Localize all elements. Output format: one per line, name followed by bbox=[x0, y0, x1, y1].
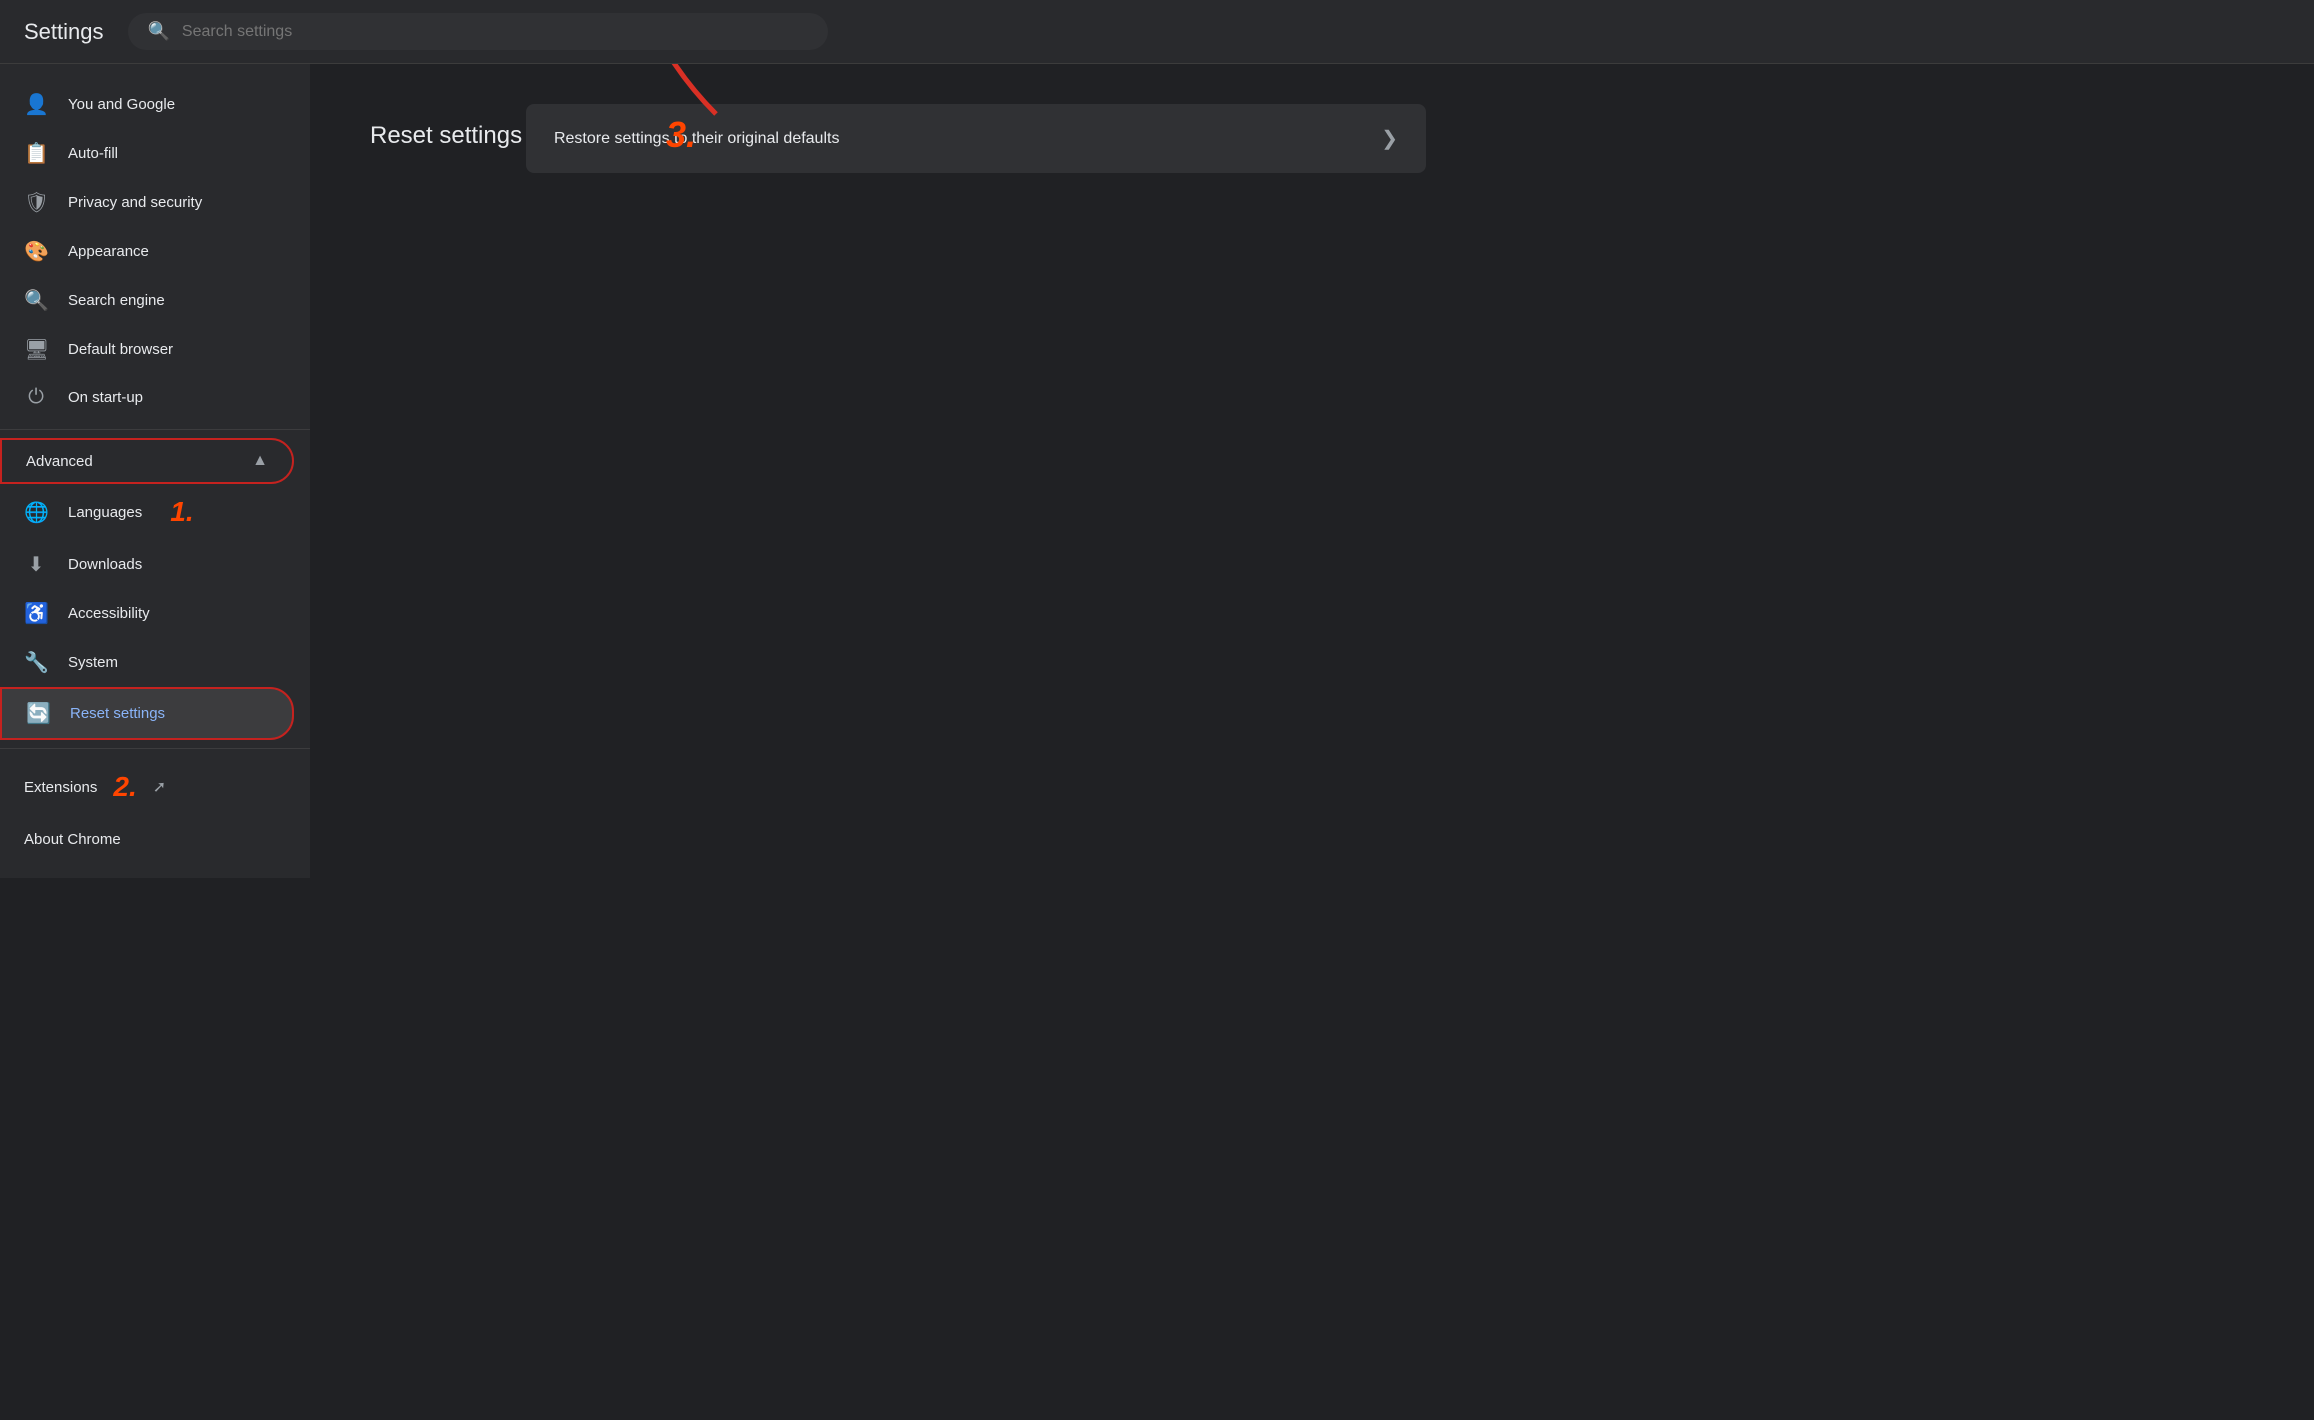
advanced-header[interactable]: Advanced ▲ bbox=[0, 438, 294, 484]
sidebar: 👤 You and Google 📋 Auto-fill 🛡 Privacy a… bbox=[0, 64, 310, 878]
page-title: Reset settings bbox=[370, 122, 522, 150]
sidebar-item-default-browser[interactable]: 🖥 Default browser bbox=[0, 325, 294, 374]
sidebar-item-label: On start-up bbox=[68, 389, 143, 406]
advanced-label: Advanced bbox=[26, 453, 93, 470]
divider bbox=[0, 429, 310, 430]
sidebar-item-label: You and Google bbox=[68, 96, 175, 113]
palette-icon: 🎨 bbox=[24, 239, 48, 264]
sidebar-item-label: Downloads bbox=[68, 556, 142, 573]
sidebar-item-label: Languages bbox=[68, 504, 142, 521]
search-icon: 🔍 bbox=[148, 21, 170, 42]
restore-settings-label: Restore settings to their original defau… bbox=[554, 130, 839, 148]
sidebar-item-label: Default browser bbox=[68, 341, 173, 358]
sidebar-item-label: Search engine bbox=[68, 292, 165, 309]
sidebar-item-system[interactable]: 🔧 System bbox=[0, 638, 294, 687]
sidebar-item-autofill[interactable]: 📋 Auto-fill bbox=[0, 129, 294, 178]
search-bar[interactable]: 🔍 bbox=[128, 13, 828, 50]
sidebar-item-extensions[interactable]: Extensions 2. ➚ bbox=[0, 757, 310, 817]
accessibility-icon: ♿ bbox=[24, 601, 48, 626]
search-input[interactable] bbox=[182, 23, 808, 41]
sidebar-item-about-chrome[interactable]: About Chrome bbox=[0, 817, 310, 862]
person-icon: 👤 bbox=[24, 92, 48, 117]
topbar: Settings 🔍 bbox=[0, 0, 2314, 64]
globe-icon: 🌐 bbox=[24, 500, 48, 525]
shield-icon: 🛡 bbox=[24, 190, 48, 215]
annotation-2: 2. bbox=[113, 771, 136, 803]
autofill-icon: 📋 bbox=[24, 141, 48, 166]
chevron-up-icon: ▲ bbox=[252, 452, 268, 470]
browser-icon: 🖥 bbox=[24, 337, 48, 362]
sidebar-item-downloads[interactable]: ⬇ Downloads bbox=[0, 540, 294, 589]
app-title: Settings bbox=[24, 19, 104, 45]
divider2 bbox=[0, 748, 310, 749]
sidebar-item-languages[interactable]: 🌐 Languages 1. bbox=[0, 484, 294, 540]
extensions-label: Extensions bbox=[24, 779, 97, 796]
about-chrome-label: About Chrome bbox=[24, 831, 121, 848]
wrench-icon: 🔧 bbox=[24, 650, 48, 675]
sidebar-item-on-startup[interactable]: ⏻ On start-up bbox=[0, 374, 294, 421]
external-link-icon: ➚ bbox=[153, 777, 166, 797]
download-icon: ⬇ bbox=[24, 552, 48, 577]
sidebar-item-you-google[interactable]: 👤 You and Google bbox=[0, 80, 294, 129]
sidebar-item-reset-settings[interactable]: 🔄 Reset settings bbox=[0, 687, 294, 740]
reset-icon: 🔄 bbox=[26, 701, 50, 726]
chevron-right-icon: ❯ bbox=[1381, 126, 1398, 151]
restore-settings-card[interactable]: Restore settings to their original defau… bbox=[526, 104, 1426, 173]
sidebar-item-accessibility[interactable]: ♿ Accessibility bbox=[0, 589, 294, 638]
sidebar-item-label: System bbox=[68, 654, 118, 671]
sidebar-item-label: Auto-fill bbox=[68, 145, 118, 162]
sidebar-item-label: Accessibility bbox=[68, 605, 150, 622]
power-icon: ⏻ bbox=[24, 386, 48, 409]
sidebar-item-label: Appearance bbox=[68, 243, 149, 260]
sidebar-item-privacy[interactable]: 🛡 Privacy and security bbox=[0, 178, 294, 227]
sidebar-item-search-engine[interactable]: 🔍 Search engine bbox=[0, 276, 294, 325]
sidebar-item-label: Reset settings bbox=[70, 705, 165, 722]
main-content: Reset settings Restore settings to their… bbox=[310, 64, 2314, 1420]
search-engine-icon: 🔍 bbox=[24, 288, 48, 313]
sidebar-item-appearance[interactable]: 🎨 Appearance bbox=[0, 227, 294, 276]
sidebar-item-label: Privacy and security bbox=[68, 194, 202, 211]
annotation-1: 1. bbox=[170, 496, 193, 528]
